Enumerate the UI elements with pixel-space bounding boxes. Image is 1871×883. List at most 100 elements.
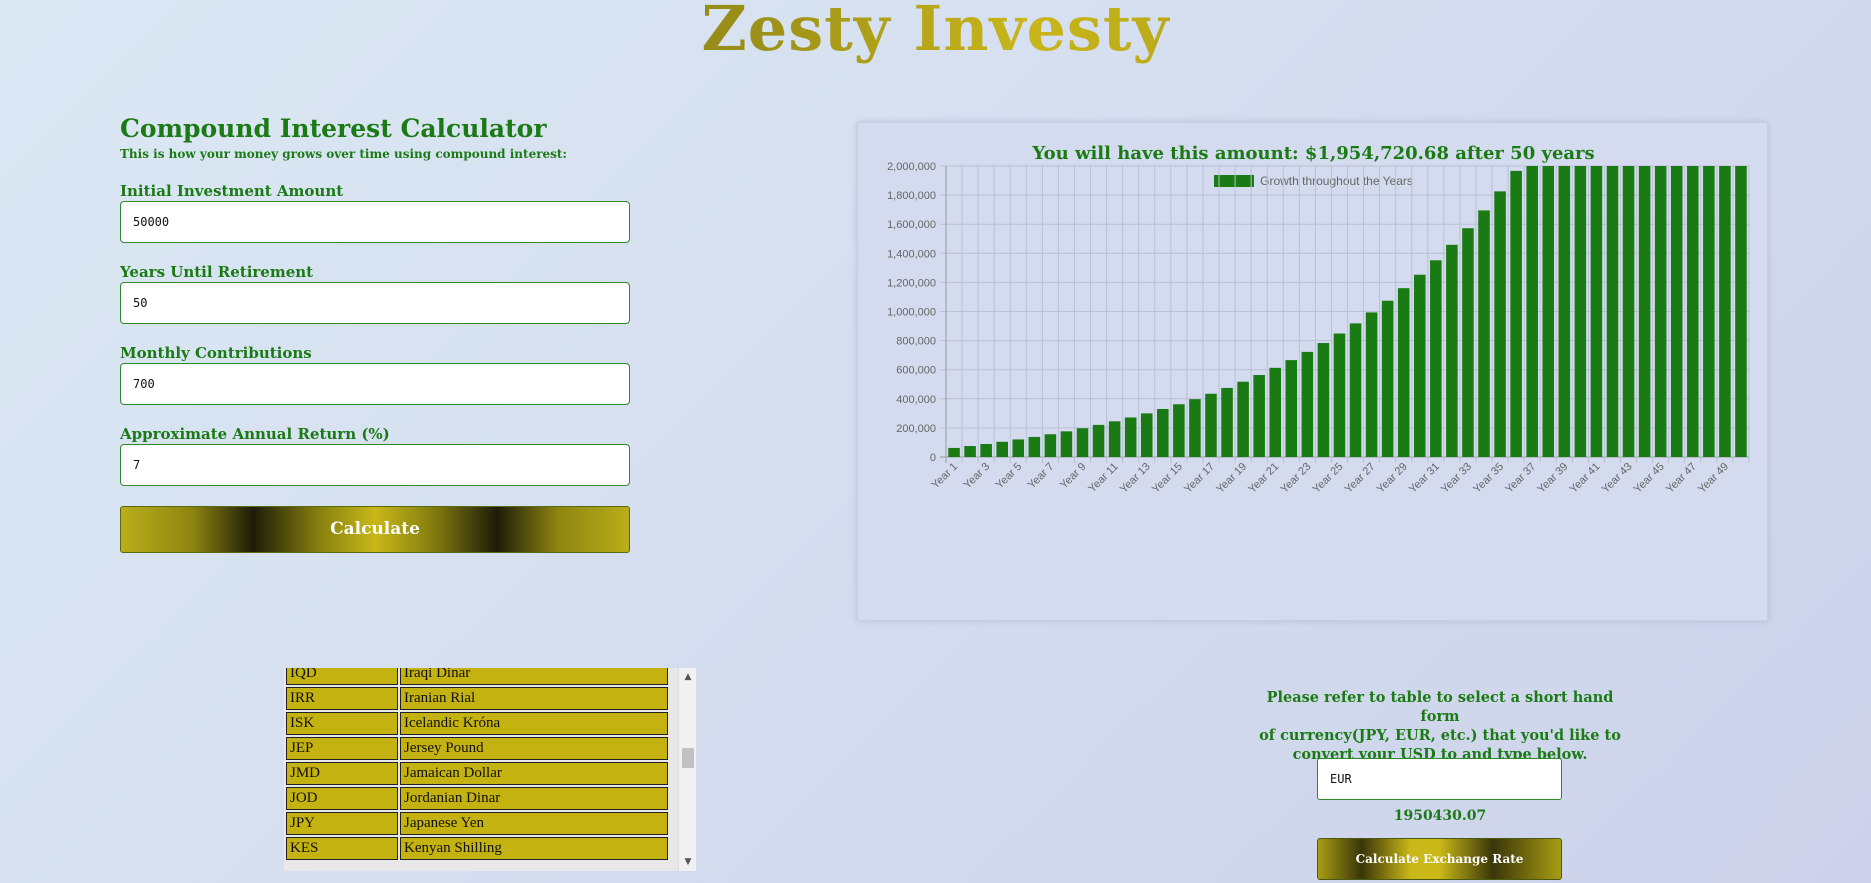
monthly-contributions-field: Monthly Contributions: [120, 344, 630, 405]
x-tick-label: Year 31: [1407, 461, 1442, 496]
bar: [996, 441, 1008, 457]
bar: [1269, 367, 1282, 457]
bar: [1060, 431, 1073, 457]
currency-row: IQD Iraqi Dinar: [286, 668, 668, 685]
currency-name-cell: Iraqi Dinar: [400, 668, 668, 685]
x-tick-label: Year 13: [1118, 461, 1153, 496]
currency-name-cell: Japanese Yen: [400, 812, 668, 835]
y-tick-label: 800,000: [896, 336, 936, 348]
bar: [1189, 399, 1201, 457]
currency-row: JPY Japanese Yen: [286, 812, 668, 835]
growth-bar-chart: 0 200,000 400,000 600,000 800,000 1,000,000 1,…: [887, 161, 1750, 496]
annual-return-input[interactable]: [120, 444, 630, 486]
y-tick-label: 1,400,000: [887, 248, 936, 260]
currency-code-input[interactable]: [1317, 758, 1562, 800]
bar: [1092, 424, 1105, 457]
bar: [1028, 436, 1041, 457]
x-tick-label: Year 19: [1214, 461, 1249, 496]
scroll-thumb[interactable]: [682, 748, 694, 768]
bar: [1510, 170, 1522, 457]
bar: [1076, 428, 1089, 457]
calculator-panel: Compound Interest Calculator This is how…: [120, 114, 630, 553]
bar: [1478, 210, 1490, 457]
currency-code-cell: JMD: [286, 762, 398, 785]
x-tick-label: Year 11: [1086, 461, 1120, 495]
initial-investment-field: Initial Investment Amount: [120, 182, 630, 243]
currency-table: IQD Iraqi Dinar IRR Iranian Rial ISK Icelandi…: [284, 668, 670, 862]
currency-code-cell: JPY: [286, 812, 398, 835]
scroll-down-arrow-icon[interactable]: ▼: [679, 853, 696, 871]
currency-name-cell: Kenyan Shilling: [400, 837, 668, 860]
currency-row: ISK Icelandic Króna: [286, 712, 668, 735]
y-tick-label: 200,000: [896, 423, 936, 435]
currency-name-cell: Jordanian Dinar: [400, 787, 668, 810]
bar: [1462, 228, 1474, 457]
scroll-up-arrow-icon[interactable]: ▲: [679, 668, 696, 686]
x-tick-label: Year 49: [1696, 461, 1731, 496]
x-tick-label: Year 25: [1311, 461, 1346, 496]
bar: [1558, 166, 1571, 457]
table-scrollbar[interactable]: ▲ ▼: [678, 668, 696, 871]
bar: [1526, 166, 1538, 457]
bar: [1108, 421, 1121, 457]
monthly-contributions-input[interactable]: [120, 363, 630, 405]
x-tick-label: Year 41: [1568, 461, 1603, 496]
bar: [1157, 408, 1169, 457]
years-until-retirement-input[interactable]: [120, 282, 630, 324]
currency-name-cell: Iranian Rial: [400, 687, 668, 710]
y-tick-label: 600,000: [896, 365, 936, 377]
bar: [1430, 260, 1442, 457]
currency-code-cell: ISK: [286, 712, 398, 735]
x-tick-label: Year 17: [1182, 461, 1217, 496]
x-tick-label: Year 15: [1150, 461, 1185, 496]
exchange-panel: Please refer to table to select a short …: [1245, 688, 1635, 880]
annual-return-field: Approximate Annual Return (%): [120, 425, 630, 486]
currency-code-cell: IQD: [286, 668, 398, 685]
bar: [1574, 166, 1587, 457]
bar: [1012, 439, 1025, 457]
currency-row: JMD Jamaican Dollar: [286, 762, 668, 785]
currency-row: IRR Iranian Rial: [286, 687, 668, 710]
y-tick-label: 1,200,000: [887, 277, 936, 289]
bar: [1349, 323, 1362, 457]
bar: [1654, 166, 1667, 457]
bar: [980, 443, 992, 457]
currency-row: JEP Jersey Pound: [286, 737, 668, 760]
currency-table-container[interactable]: IQD Iraqi Dinar IRR Iranian Rial ISK Icelandi…: [284, 668, 696, 871]
calculate-button[interactable]: Calculate: [120, 506, 630, 553]
x-tick-label: Year 23: [1278, 461, 1313, 496]
bar: [1301, 351, 1314, 457]
years-until-retirement-field: Years Until Retirement: [120, 263, 630, 324]
y-tick-label: 400,000: [896, 394, 936, 406]
y-tick-label: 1,800,000: [887, 190, 936, 202]
calculator-subheading: This is how your money grows over time u…: [120, 147, 567, 161]
currency-code-cell: KES: [286, 837, 398, 860]
bar: [964, 446, 976, 457]
calculate-exchange-rate-button[interactable]: Calculate Exchange Rate: [1317, 838, 1562, 880]
x-tick-label: Year 5: [994, 461, 1025, 492]
bar: [1285, 360, 1298, 457]
bar: [1044, 434, 1057, 457]
instruction-line: of currency(JPY, EUR, etc.) that you'd l…: [1259, 727, 1621, 744]
bar: [1333, 333, 1346, 457]
currency-name-cell: Jamaican Dollar: [400, 762, 668, 785]
y-tick-label: 2,000,000: [887, 161, 936, 173]
site-title: Zesty Investy: [0, 0, 1871, 65]
calculator-heading: Compound Interest Calculator: [120, 114, 547, 143]
x-tick-label: Year 1: [929, 461, 960, 492]
bar: [1590, 166, 1603, 457]
growth-chart-card: You will have this amount: $1,954,720.68…: [857, 122, 1768, 621]
exchange-result: 1950430.07: [1393, 808, 1487, 824]
bar: [1381, 300, 1394, 457]
currency-code-cell: JEP: [286, 737, 398, 760]
bar: [1687, 166, 1699, 457]
bar: [1622, 166, 1635, 457]
bar: [1237, 381, 1249, 457]
bar: [1703, 166, 1715, 457]
x-tick-label: Year 37: [1503, 461, 1538, 496]
bar: [1140, 413, 1153, 457]
initial-investment-label: Initial Investment Amount: [120, 182, 344, 200]
initial-investment-input[interactable]: [120, 201, 630, 243]
bar: [1173, 404, 1185, 457]
bar: [1397, 288, 1410, 457]
